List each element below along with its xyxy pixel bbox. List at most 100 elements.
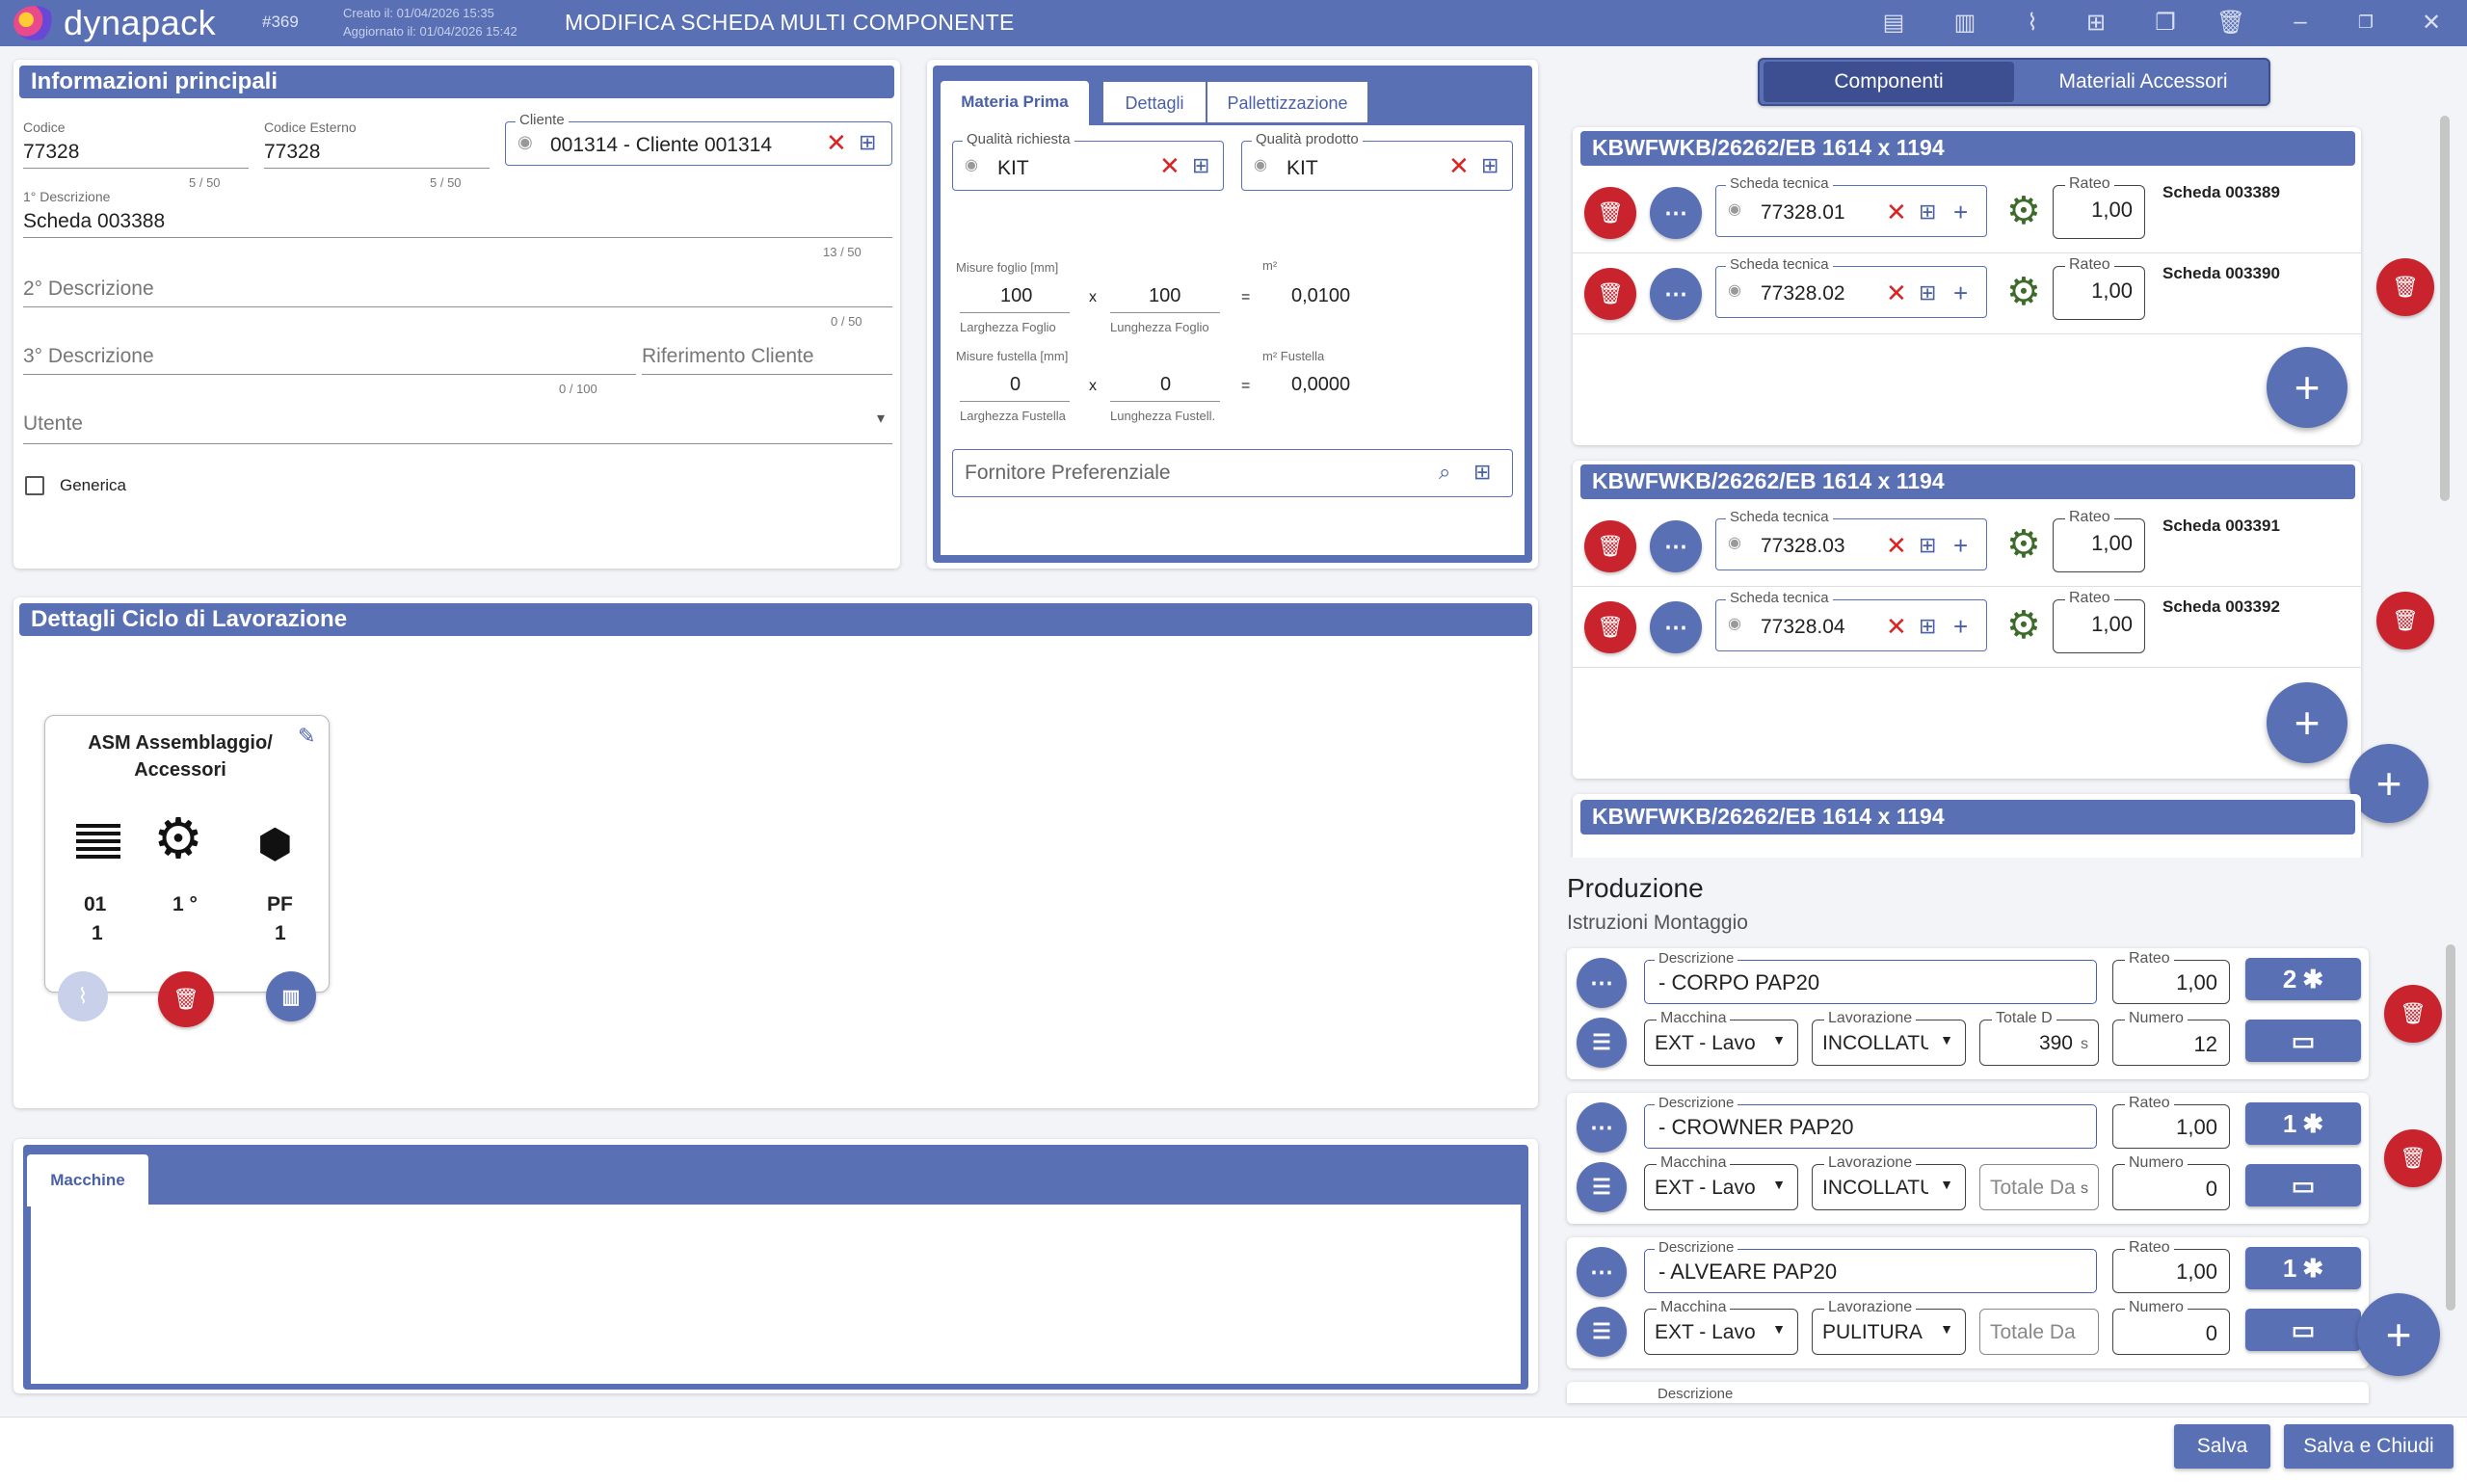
lunghezza-fustella-field[interactable]: 0 [1160,374,1171,396]
descrizione-field[interactable]: Descrizione - CORPO PAP20 [1644,950,2097,1004]
rateo-field[interactable]: Rateo 1,00 [2112,1239,2230,1293]
numero-field[interactable]: Numero 0 [2112,1154,2230,1210]
machine-stack-icon[interactable]: ☰ [1577,1162,1627,1212]
save-and-close-button[interactable]: Salva e Chiudi [2284,1424,2454,1469]
delete-group-button[interactable]: 🗑 [2376,592,2434,649]
machine-stack-icon[interactable]: ☰ [1577,1307,1627,1357]
rateo-field[interactable]: Rateo 1,00 [2053,590,2145,653]
delete-component-button[interactable]: 🗑 [1584,601,1636,653]
rateo-field[interactable]: Rateo 1,00 [2053,256,2145,320]
table-select-icon[interactable]: ⊞ [1919,199,1936,225]
settings-gear-icon[interactable]: ⚙ [2006,522,2041,567]
eye-icon[interactable]: ◉ [1728,533,1741,552]
desc3-field[interactable]: 3° Descrizione [23,345,154,368]
restore-icon[interactable]: ❐ [2351,8,2380,37]
clear-icon[interactable]: ✕ [1886,614,1907,639]
totale-field[interactable]: Totale Da [1979,1309,2099,1355]
add-icon[interactable]: + [1953,612,1968,642]
rateo-field[interactable]: Rateo 1,00 [2112,1095,2230,1149]
clear-icon[interactable]: ✕ [826,130,847,155]
table-select-icon[interactable]: ⊞ [1919,614,1936,639]
clear-icon[interactable]: ✕ [1886,199,1907,225]
folder-button[interactable]: ▭ [2245,1309,2361,1351]
rateo-field[interactable]: Rateo 1,00 [2112,950,2230,1004]
eye-icon[interactable]: ◉ [1728,199,1741,219]
table-select-icon[interactable]: ⊞ [1919,533,1936,558]
attach-button[interactable]: ⌇ [58,971,108,1021]
more-options-button[interactable]: ⋯ [1650,520,1702,572]
minimize-icon[interactable]: – [2286,8,2315,37]
search-icon[interactable]: ⌕ [1439,460,1450,485]
codice-esterno-field[interactable]: 77328 [264,141,320,164]
delete-group-button[interactable]: 🗑 [2376,258,2434,316]
rateo-field[interactable]: Rateo 1,00 [2053,509,2145,572]
fornitore-preferenziale-field[interactable]: Fornitore Preferenziale ⌕ ⊞ [952,449,1513,497]
eye-icon[interactable]: ◉ [517,132,533,152]
add-component-button[interactable]: + [2267,347,2348,428]
macchina-select[interactable]: Macchina EXT - Lavo ▼ [1644,1299,1798,1355]
desc1-field[interactable]: Scheda 003388 [23,210,165,233]
settings-gear-icon[interactable]: ⚙ [2006,603,2041,648]
chevron-down-icon[interactable]: ▼ [1940,1032,1953,1047]
clear-icon[interactable]: ✕ [1886,280,1907,305]
scheda-tecnica-field[interactable]: Scheda tecnica ◉ 77328.03 ✕ ⊞ + [1715,509,1987,570]
chevron-down-icon[interactable]: ▼ [1772,1032,1786,1047]
more-options-button[interactable]: ⋯ [1577,1102,1627,1153]
components-badge-button[interactable]: 1 ✱ [2245,1102,2361,1145]
add-production-row-button[interactable]: + [2357,1293,2440,1376]
notes-button[interactable]: ▥ [266,971,316,1021]
delete-row-button[interactable]: 🗑 [2384,1129,2442,1187]
settings-gear-icon[interactable]: ⚙ [2006,189,2041,233]
chevron-down-icon[interactable]: ▾ [877,409,885,428]
scheda-tecnica-field[interactable]: Scheda tecnica ◉ 77328.04 ✕ ⊞ + [1715,590,1987,651]
more-options-button[interactable]: ⋯ [1650,601,1702,653]
delete-component-button[interactable]: 🗑 [1584,520,1636,572]
ciclo-step-card[interactable]: ASM Assemblaggio/ Accessori ✎ ⚙ ⬢ 01 1 1… [44,715,330,993]
table-select-icon[interactable]: ⊞ [1919,280,1936,305]
scrollbar[interactable] [2446,944,2455,1311]
clear-icon[interactable]: ✕ [1886,533,1907,558]
book-icon[interactable]: ▥ [1950,8,1979,37]
delete-step-button[interactable]: 🗑 [158,971,214,1027]
eye-icon[interactable]: ◉ [1254,155,1267,174]
numero-field[interactable]: Numero 12 [2112,1010,2230,1066]
lavorazione-select[interactable]: Lavorazione PULITURA ▼ [1812,1299,1966,1355]
chevron-down-icon[interactable]: ▼ [1772,1177,1786,1192]
numero-field[interactable]: Numero 0 [2112,1299,2230,1355]
lavorazione-select[interactable]: Lavorazione INCOLLATU ▼ [1812,1010,1966,1066]
table-select-icon[interactable]: ⊞ [1192,153,1209,178]
clear-icon[interactable]: ✕ [1159,153,1180,178]
macchina-select[interactable]: Macchina EXT - Lavo ▼ [1644,1010,1798,1066]
generica-checkbox[interactable] [25,476,44,495]
tab-macchine[interactable]: Macchine [27,1154,148,1206]
qualita-richiesta-field[interactable]: Qualità richiesta ◉ KIT ✕ ⊞ [952,131,1224,191]
delete-component-button[interactable]: 🗑 [1584,187,1636,239]
delete-component-button[interactable]: 🗑 [1584,268,1636,320]
folder-button[interactable]: ▭ [2245,1020,2361,1062]
macchina-select[interactable]: Macchina EXT - Lavo ▼ [1644,1154,1798,1210]
add-icon[interactable]: + [1953,531,1968,561]
totale-field[interactable]: Totale Da s [1979,1164,2099,1210]
cliente-field[interactable]: Cliente ◉ 001314 - Cliente 001314 ✕ ⊞ [505,112,892,166]
add-icon[interactable]: + [1953,198,1968,227]
tab-materiali-accessori[interactable]: Materiali Accessori [2018,62,2268,102]
more-options-button[interactable]: ⋯ [1650,268,1702,320]
lavorazione-select[interactable]: Lavorazione INCOLLATU ▼ [1812,1154,1966,1210]
rateo-field[interactable]: Rateo 1,00 [2053,175,2145,239]
clear-icon[interactable]: ✕ [1448,153,1470,178]
codice-field[interactable]: 77328 [23,141,79,164]
tab-dettagli[interactable]: Dettagli [1102,81,1207,123]
archive-icon[interactable]: ▤ [1879,8,1908,37]
totale-field[interactable]: Totale D 390 s [1979,1010,2099,1066]
table-select-icon[interactable]: ⊞ [1473,460,1491,485]
tab-componenti[interactable]: Componenti [1764,62,2014,102]
delete-row-button[interactable]: 🗑 [2384,985,2442,1043]
riferimento-cliente-field[interactable]: Riferimento Cliente [642,345,814,368]
settings-gear-icon[interactable]: ⚙ [2006,270,2041,314]
copy-icon[interactable]: ❐ [2151,8,2180,37]
eye-icon[interactable]: ◉ [1728,280,1741,300]
qualita-prodotto-field[interactable]: Qualità prodotto ◉ KIT ✕ ⊞ [1241,131,1513,191]
table-select-icon[interactable]: ⊞ [859,130,876,155]
tab-materia-prima[interactable]: Materia Prima [941,81,1089,127]
larghezza-foglio-field[interactable]: 100 [1000,285,1032,307]
